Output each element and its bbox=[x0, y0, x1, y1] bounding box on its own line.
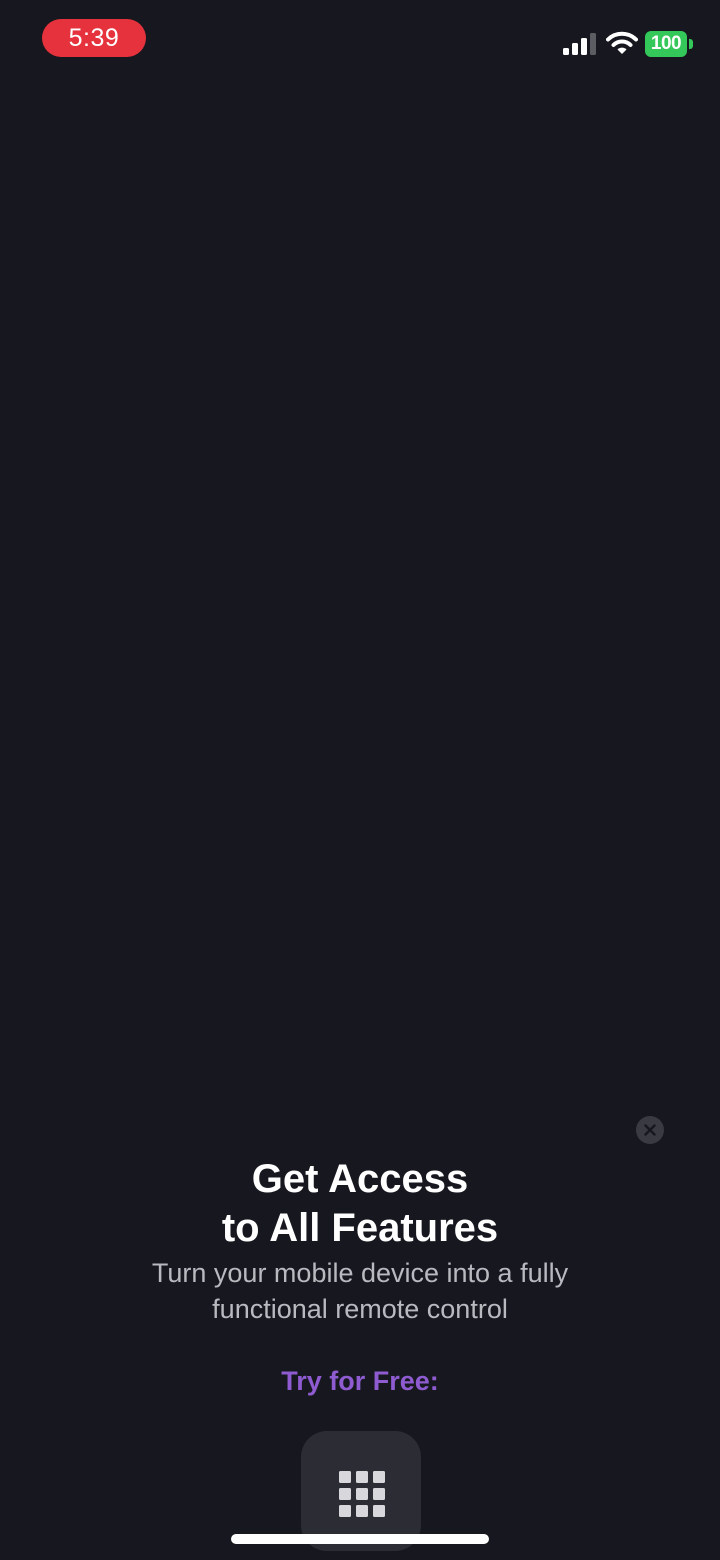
cellular-signal-icon bbox=[563, 33, 596, 55]
status-time: 5:39 bbox=[42, 19, 146, 57]
battery-tip bbox=[689, 39, 693, 49]
close-icon bbox=[644, 1124, 656, 1136]
try-for-free-label: Try for Free: bbox=[281, 1366, 439, 1396]
battery-indicator: 100 bbox=[645, 31, 693, 57]
promo-title-line-1: Get Access bbox=[251, 1157, 469, 1201]
home-indicator[interactable] bbox=[231, 1534, 489, 1544]
promo-title: Get Access to All Features bbox=[60, 1155, 660, 1253]
close-button[interactable] bbox=[636, 1116, 664, 1144]
wifi-icon bbox=[606, 31, 638, 54]
promo-subtitle-line-2: functional remote control bbox=[212, 1294, 508, 1324]
promo-title-line-2: to All Features bbox=[221, 1206, 499, 1250]
battery-level: 100 bbox=[645, 31, 687, 57]
promo-subtitle: Turn your mobile device into a fully fun… bbox=[60, 1255, 660, 1327]
grid-icon bbox=[339, 1471, 385, 1517]
promo-subtitle-line-1: Turn your mobile device into a fully bbox=[151, 1258, 569, 1288]
status-bar: 5:39 100 bbox=[0, 0, 720, 90]
